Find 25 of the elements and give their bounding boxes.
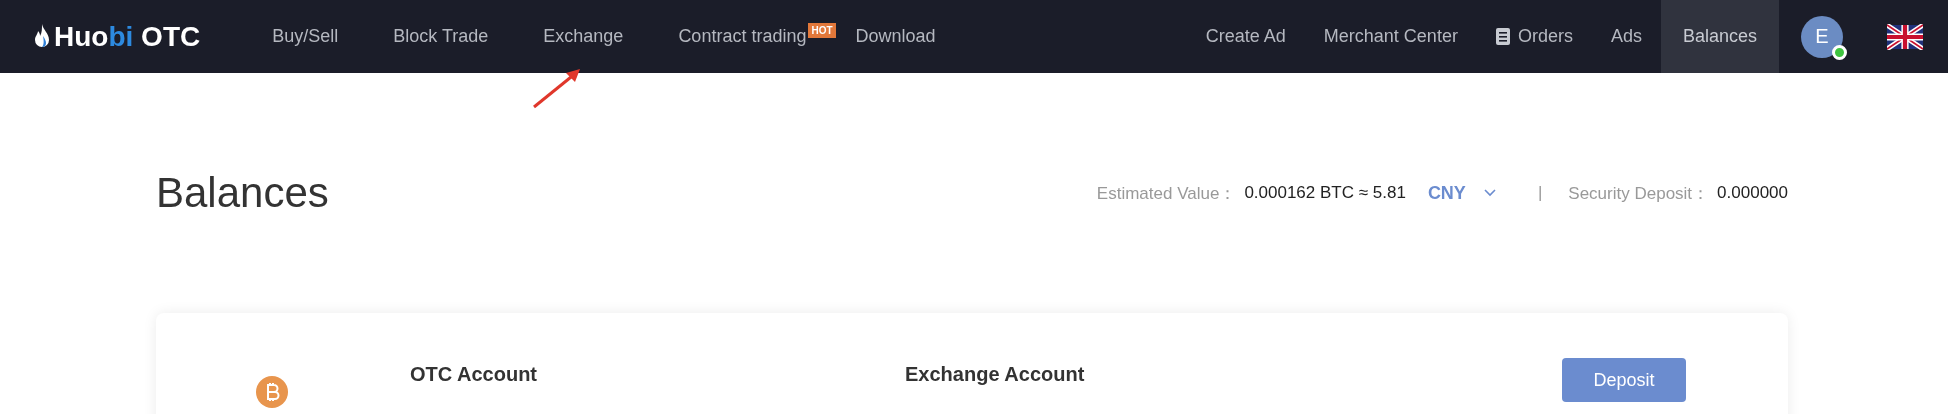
estimated-value: 0.000162 BTC ≈ 5.81 bbox=[1244, 183, 1406, 203]
bitcoin-icon bbox=[256, 376, 288, 408]
estimated-label: Estimated Value： bbox=[1096, 182, 1237, 205]
flame-icon bbox=[34, 23, 50, 50]
deposit-value: 0.000000 bbox=[1717, 183, 1788, 203]
separator: | bbox=[1537, 183, 1543, 203]
hot-badge: HOT bbox=[808, 23, 836, 38]
flag-icon[interactable] bbox=[1887, 23, 1923, 50]
nav-link[interactable]: Download bbox=[855, 0, 936, 73]
nav-link[interactable]: Create Ad bbox=[1186, 0, 1305, 73]
document-icon bbox=[1495, 28, 1510, 45]
chevron-icon bbox=[1483, 189, 1496, 197]
arrow-drawing bbox=[532, 67, 582, 109]
page-title: Balances bbox=[156, 169, 329, 217]
column-header: Exchange Account bbox=[905, 363, 1085, 386]
nav-link[interactable]: Contract trading bbox=[678, 0, 807, 73]
nav-link[interactable]: Exchange bbox=[543, 0, 624, 73]
nav-link[interactable]: Ads bbox=[1591, 0, 1661, 73]
nav-link[interactable]: Buy/Sell bbox=[272, 0, 339, 73]
nav-link[interactable]: Merchant Center bbox=[1304, 0, 1477, 73]
nav-link[interactable]: Balances bbox=[1660, 0, 1779, 73]
nav-link[interactable]: Orders bbox=[1476, 0, 1592, 73]
nav-link[interactable]: Block Trade bbox=[393, 0, 489, 73]
column-header: OTC Account bbox=[410, 363, 538, 386]
deposit-label: Security Deposit： bbox=[1568, 182, 1710, 205]
